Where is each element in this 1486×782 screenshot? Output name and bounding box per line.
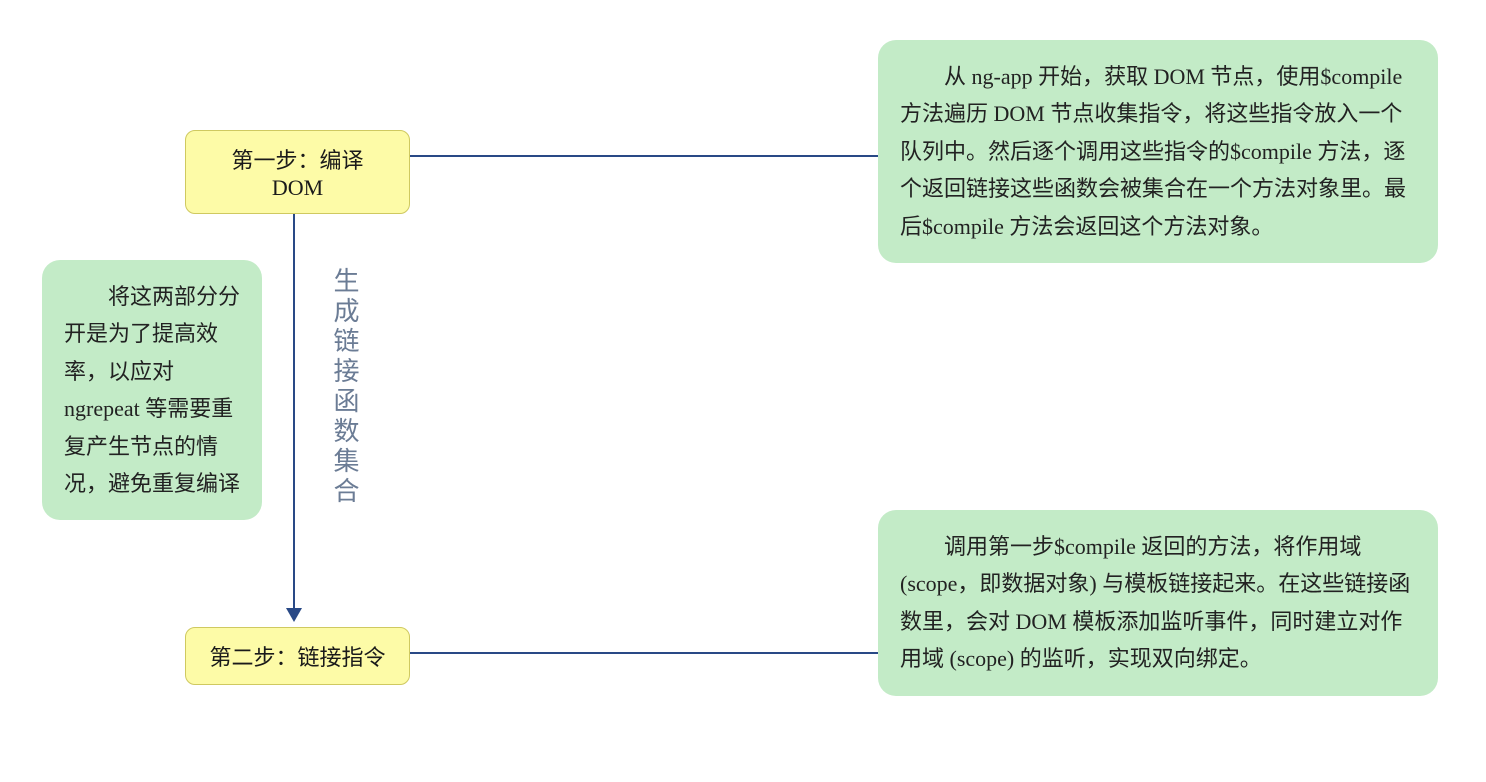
arrow-down-icon <box>286 608 302 622</box>
note-left: 将这两部分分开是为了提高效率，以应对ngrepeat 等需要重复产生节点的情况，… <box>42 260 262 520</box>
connector-step1-right <box>400 155 880 157</box>
note-right-top: 从 ng-app 开始，获取 DOM 节点，使用$compile 方法遍历 DO… <box>878 40 1438 263</box>
note-right-top-text: 从 ng-app 开始，获取 DOM 节点，使用$compile 方法遍历 DO… <box>900 58 1416 245</box>
note-left-text: 将这两部分分开是为了提高效率，以应对ngrepeat 等需要重复产生节点的情况，… <box>64 278 240 502</box>
connector-vertical <box>293 180 295 610</box>
step1-label: 第一步：编译 DOM <box>231 148 363 200</box>
step2-box: 第二步：链接指令 <box>185 627 410 685</box>
note-right-bottom: 调用第一步$compile 返回的方法，将作用域 (scope，即数据对象) 与… <box>878 510 1438 696</box>
step2-label: 第二步：链接指令 <box>209 645 385 670</box>
step1-box: 第一步：编译 DOM <box>185 130 410 214</box>
connector-step2-right <box>400 652 880 654</box>
note-right-bottom-text: 调用第一步$compile 返回的方法，将作用域 (scope，即数据对象) 与… <box>900 528 1416 678</box>
arrow-label: 生成链接函数集合 <box>326 267 363 507</box>
